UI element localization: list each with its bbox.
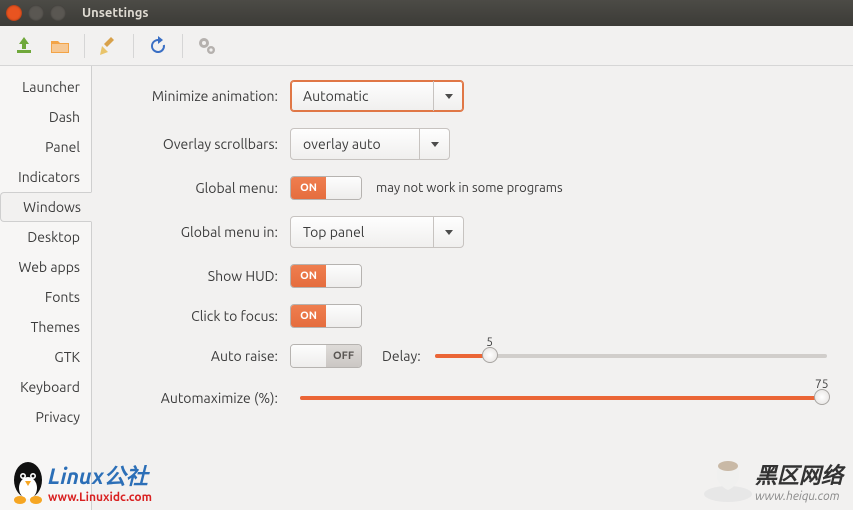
- toggle-on: [291, 345, 326, 367]
- broom-icon[interactable]: [95, 32, 123, 60]
- sidebar-item-web-apps[interactable]: Web apps: [0, 252, 91, 282]
- automax-slider[interactable]: 75: [300, 396, 827, 400]
- toolbar: [0, 26, 853, 66]
- minimize-label: Minimize animation:: [118, 88, 278, 104]
- globalmenuin-combo[interactable]: Top panel: [290, 216, 464, 248]
- sidebar-item-desktop[interactable]: Desktop: [0, 222, 91, 252]
- globalmenuin-value: Top panel: [303, 224, 364, 240]
- overlay-combo[interactable]: overlay auto: [290, 128, 450, 160]
- content: Minimize animation: Automatic Overlay sc…: [92, 66, 853, 510]
- clickfocus-label: Click to focus:: [118, 308, 278, 324]
- watermark-right: 黑区网络 www.heiqu.com: [701, 456, 843, 504]
- overlay-value: overlay auto: [303, 136, 381, 152]
- delay-label: Delay:: [382, 348, 421, 364]
- sidebar-item-windows[interactable]: Windows: [0, 192, 92, 222]
- toggle-on: ON: [291, 265, 326, 287]
- maximize-icon[interactable]: [50, 5, 66, 21]
- separator: [84, 34, 85, 58]
- clickfocus-toggle[interactable]: ON: [290, 304, 362, 328]
- autoraise-label: Auto raise:: [118, 348, 278, 364]
- toggle-on: ON: [291, 305, 326, 327]
- minimize-combo[interactable]: Automatic: [290, 80, 464, 112]
- sidebar-item-themes[interactable]: Themes: [0, 312, 91, 342]
- gears-icon[interactable]: [193, 32, 221, 60]
- showhud-label: Show HUD:: [118, 268, 278, 284]
- separator: [182, 34, 183, 58]
- globalmenu-hint: may not work in some programs: [376, 181, 563, 195]
- toggle-off: [326, 305, 361, 327]
- sidebar-item-launcher[interactable]: Launcher: [0, 72, 91, 102]
- import-icon[interactable]: [10, 32, 38, 60]
- sidebar-item-indicators[interactable]: Indicators: [0, 162, 91, 192]
- toggle-on: ON: [291, 177, 326, 199]
- toggle-off: [326, 265, 361, 287]
- close-icon[interactable]: [6, 5, 22, 21]
- chevron-down-icon: [433, 81, 463, 111]
- automax-label: Automaximize (%):: [118, 390, 278, 406]
- showhud-toggle[interactable]: ON: [290, 264, 362, 288]
- globalmenu-label: Global menu:: [118, 180, 278, 196]
- overlay-label: Overlay scrollbars:: [118, 136, 278, 152]
- separator: [133, 34, 134, 58]
- refresh-icon[interactable]: [144, 32, 172, 60]
- sidebar-item-privacy[interactable]: Privacy: [0, 402, 91, 432]
- delay-slider[interactable]: 5: [435, 354, 827, 358]
- minimize-icon[interactable]: [28, 5, 44, 21]
- chevron-down-icon: [419, 129, 449, 159]
- folder-icon[interactable]: [46, 32, 74, 60]
- globalmenu-toggle[interactable]: ON: [290, 176, 362, 200]
- sidebar-item-gtk[interactable]: GTK: [0, 342, 91, 372]
- sidebar-item-keyboard[interactable]: Keyboard: [0, 372, 91, 402]
- sidebar-item-dash[interactable]: Dash: [0, 102, 91, 132]
- chevron-down-icon: [433, 217, 463, 247]
- watermark-left: Linux公社 www.Linuxidc.com: [8, 458, 152, 504]
- toggle-off: OFF: [326, 345, 361, 367]
- automax-value: 75: [815, 378, 829, 391]
- delay-value: 5: [486, 336, 493, 349]
- minimize-value: Automatic: [303, 88, 368, 104]
- window-title: Unsettings: [82, 6, 149, 20]
- autoraise-toggle[interactable]: OFF: [290, 344, 362, 368]
- globalmenuin-label: Global menu in:: [118, 224, 278, 240]
- sidebar: LauncherDashPanelIndicatorsWindowsDeskto…: [0, 66, 92, 510]
- sidebar-item-fonts[interactable]: Fonts: [0, 282, 91, 312]
- sidebar-item-panel[interactable]: Panel: [0, 132, 91, 162]
- title-bar: Unsettings: [0, 0, 853, 26]
- toggle-off: [326, 177, 361, 199]
